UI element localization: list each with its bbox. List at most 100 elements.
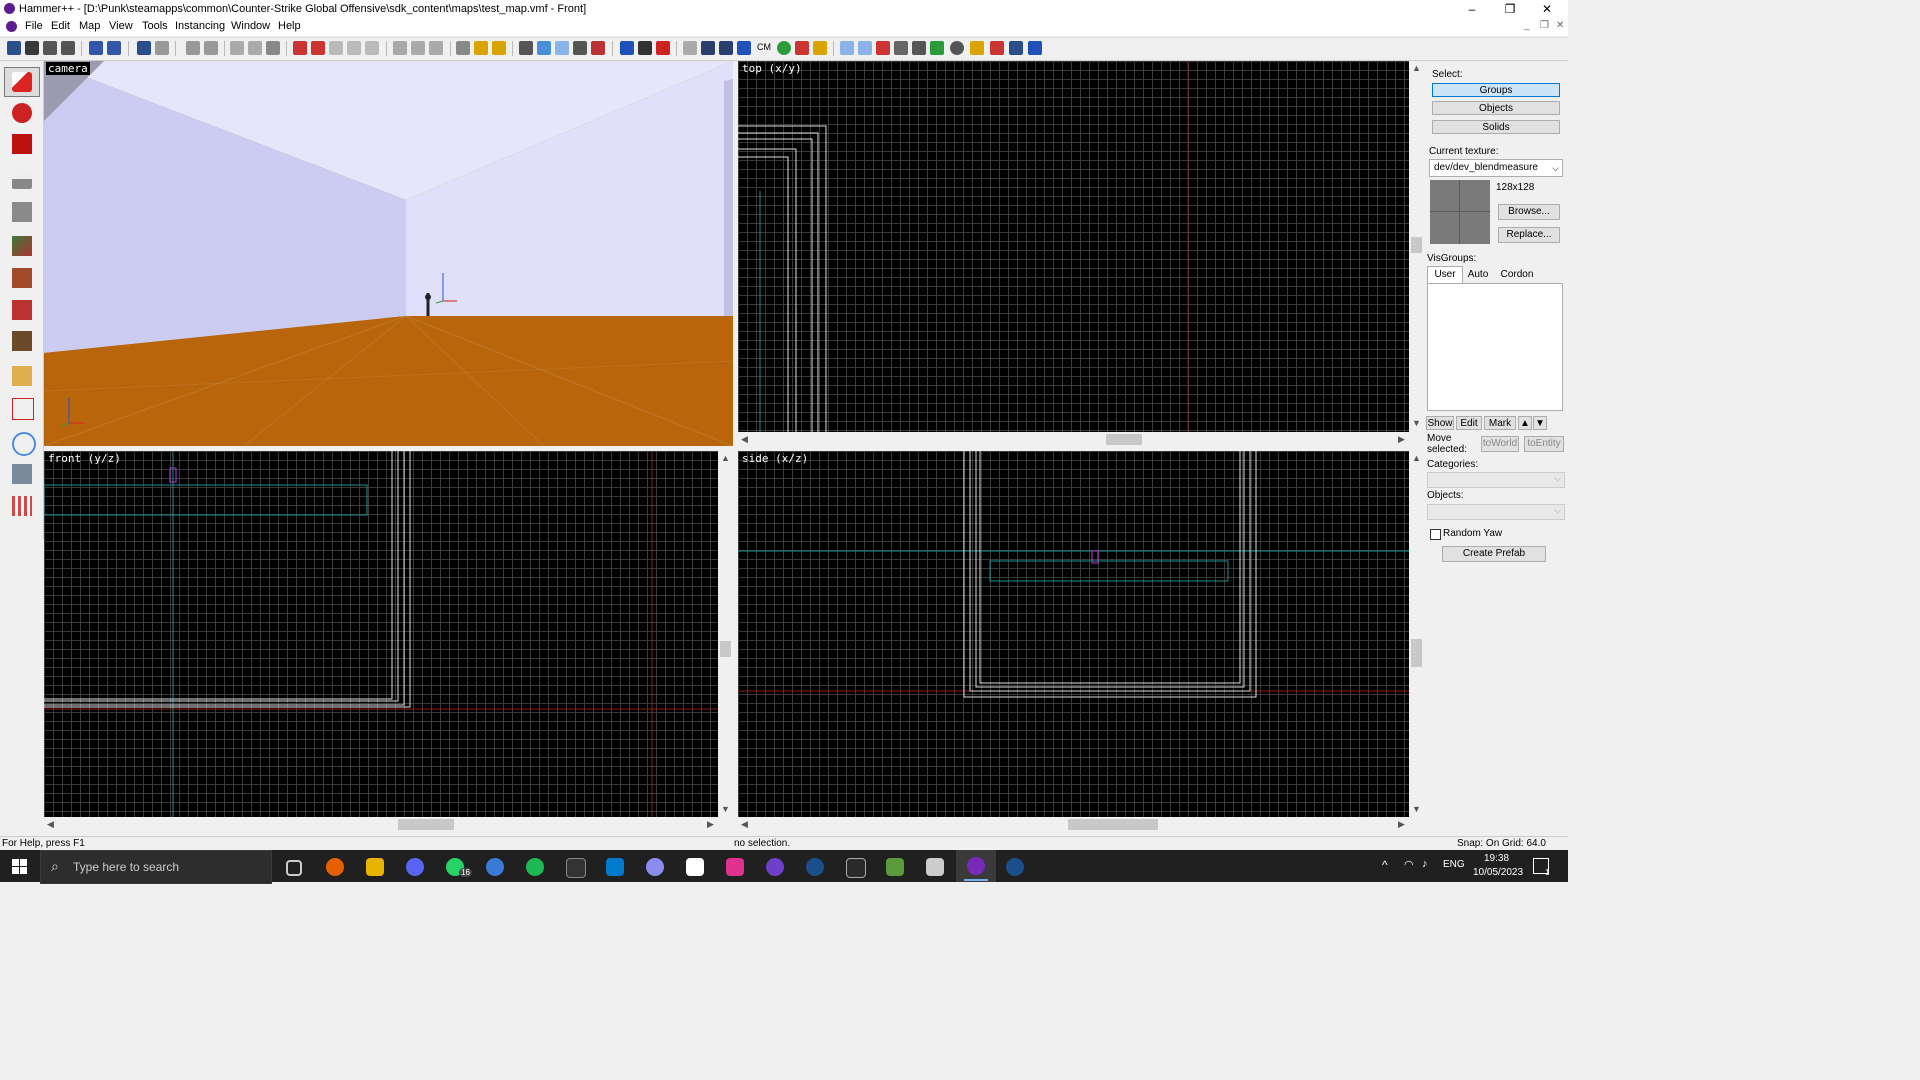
create-prefab-button[interactable]: Create Prefab (1442, 546, 1546, 562)
camera-viewport[interactable]: camera (44, 61, 733, 446)
texture-apply-icon[interactable] (573, 41, 587, 55)
github-icon[interactable] (766, 858, 784, 876)
grid-toggle-icon[interactable] (7, 41, 21, 55)
select-box-icon[interactable] (519, 41, 533, 55)
discord-icon[interactable] (406, 858, 424, 876)
top-viewport[interactable]: top (x/y) (738, 61, 1410, 432)
apply-decal-tool[interactable] (4, 295, 40, 325)
show-all-icon[interactable] (474, 41, 488, 55)
tree-icon[interactable] (930, 41, 944, 55)
undo-icon[interactable] (137, 41, 151, 55)
sprinkle-tool[interactable] (4, 459, 40, 489)
clock-time[interactable]: 19:38 (1484, 853, 1509, 864)
cut-icon[interactable] (393, 41, 407, 55)
vscode-icon[interactable] (606, 858, 624, 876)
hide-icon[interactable] (456, 41, 470, 55)
apply-texture-tool[interactable] (4, 263, 40, 293)
toggle-visibility-icon[interactable] (492, 41, 506, 55)
firefox-icon[interactable] (326, 858, 344, 876)
axis-icon[interactable] (1009, 41, 1023, 55)
move-down-button[interactable]: ▼ (1533, 416, 1547, 430)
entity-report-icon[interactable] (620, 41, 634, 55)
texture-dropdown[interactable]: dev/dev_blendmeasure ⌵ (1429, 159, 1563, 177)
replace-button[interactable]: Replace... (1498, 227, 1560, 243)
grid-larger-icon[interactable] (61, 41, 75, 55)
apply-overlay-tool[interactable] (4, 326, 40, 356)
categories-dropdown[interactable]: ⌵ (1427, 472, 1565, 488)
clipping-tool[interactable] (4, 361, 40, 391)
selection-tool[interactable] (4, 67, 40, 97)
scale-icon[interactable] (912, 41, 926, 55)
jetbrains-icon[interactable] (686, 858, 704, 876)
select-brush-icon[interactable] (858, 41, 872, 55)
mdi-close-button[interactable]: ✕ (1556, 20, 1564, 31)
side-viewport[interactable]: side (x/z) (738, 451, 1410, 817)
prefab-tool[interactable] (4, 491, 40, 521)
minimize-button[interactable]: – (1456, 1, 1488, 17)
to-entity-button[interactable]: toEntity (1524, 436, 1564, 452)
app-icon[interactable] (646, 858, 664, 876)
objects-button[interactable]: Objects (1432, 101, 1560, 115)
vertex-tool[interactable] (4, 393, 40, 423)
camera-tool[interactable] (4, 129, 40, 159)
hammer-taskbar-active[interactable] (956, 850, 996, 882)
maximize-button[interactable]: ❐ (1494, 1, 1526, 17)
texture-lock-icon[interactable] (230, 41, 244, 55)
minecraft-icon[interactable] (886, 858, 904, 876)
show-button[interactable]: Show (1426, 416, 1454, 430)
to-world-button[interactable]: toWorld (1481, 436, 1519, 452)
grid-3d-icon[interactable] (25, 41, 39, 55)
chevron-up-icon[interactable]: ^ (1382, 858, 1388, 872)
copy-icon[interactable] (411, 41, 425, 55)
side-hscrollbar[interactable]: ◀ ▶ (738, 817, 1410, 832)
groups-button[interactable]: Groups (1432, 83, 1560, 97)
3d-textured-icon[interactable] (737, 41, 751, 55)
wifi-icon[interactable]: ◠ (1404, 858, 1414, 871)
mdi-minimize-button[interactable]: _ (1524, 20, 1530, 31)
visgroup-list[interactable] (1427, 283, 1563, 411)
menu-help[interactable]: Help (278, 20, 301, 32)
redo-icon[interactable] (155, 41, 169, 55)
document-icon[interactable] (6, 21, 17, 32)
select-entity-icon[interactable] (840, 41, 854, 55)
menu-map[interactable]: Map (79, 20, 100, 32)
epic-games-icon[interactable] (846, 858, 866, 878)
jetbrains-ide-icon[interactable] (726, 858, 744, 876)
spotify-icon[interactable] (526, 858, 544, 876)
close-button[interactable]: ✕ (1531, 1, 1563, 17)
language-indicator[interactable]: ENG (1443, 859, 1465, 870)
rotate-icon[interactable] (894, 41, 908, 55)
volume-icon[interactable]: ♪ (1422, 858, 1428, 870)
random-yaw-checkbox[interactable] (1430, 529, 1441, 540)
clock-date[interactable]: 10/05/2023 (1473, 867, 1523, 878)
browse-button[interactable]: Browse... (1498, 204, 1560, 220)
lightmap-icon[interactable] (683, 41, 697, 55)
front-hscrollbar[interactable]: ◀ ▶ (44, 817, 719, 832)
top-vscrollbar[interactable]: ▲ ▼ (1409, 61, 1424, 432)
flip-x-icon[interactable] (293, 41, 307, 55)
grid-smaller-icon[interactable] (43, 41, 57, 55)
cubemap-label[interactable]: CM (757, 42, 771, 52)
top-hscrollbar[interactable]: ◀ ▶ (738, 432, 1410, 447)
mdi-restore-button[interactable]: ❐ (1540, 20, 1549, 31)
block-tool[interactable] (4, 197, 40, 227)
move-icon[interactable] (876, 41, 890, 55)
search-box[interactable]: ⌕ Type here to search (40, 850, 272, 884)
tab-user[interactable]: User (1427, 266, 1463, 283)
selection-mode-icon[interactable] (537, 41, 551, 55)
file-explorer-icon[interactable] (366, 858, 384, 876)
windows-start-icon[interactable] (12, 859, 27, 874)
sphere-icon[interactable] (777, 41, 791, 55)
paste-icon[interactable] (429, 41, 443, 55)
check-problems-icon[interactable] (638, 41, 652, 55)
front-viewport[interactable]: front (y/z) (44, 451, 719, 817)
group-icon[interactable] (89, 41, 103, 55)
texture-scale-lock-icon[interactable] (248, 41, 262, 55)
hollow-icon[interactable] (204, 41, 218, 55)
tab-cordon[interactable]: Cordon (1497, 268, 1537, 282)
camera-icon[interactable] (950, 41, 964, 55)
edit-button[interactable]: Edit (1456, 416, 1482, 430)
3d-flat-icon[interactable] (719, 41, 733, 55)
path-icon[interactable] (990, 41, 1004, 55)
texture-application-tool[interactable] (4, 231, 40, 261)
